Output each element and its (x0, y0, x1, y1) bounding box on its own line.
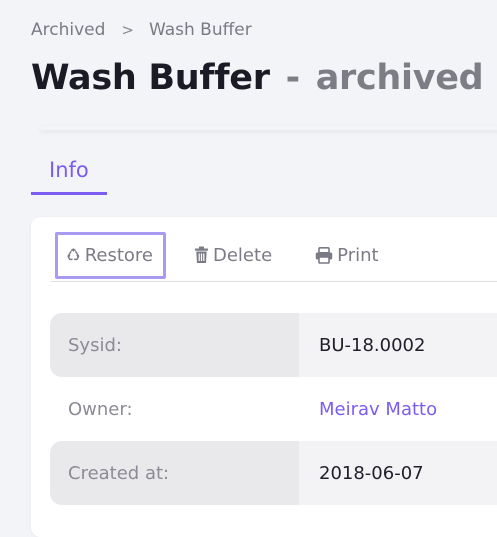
printer-icon (315, 246, 333, 264)
page-title: Wash Buffer - archived (31, 58, 484, 98)
owner-link[interactable]: Meirav Matto (299, 377, 497, 441)
field-label: Owner: (68, 398, 133, 420)
recycle-icon (67, 248, 80, 261)
field-row-owner: Owner: Meirav Matto (50, 377, 497, 441)
page-title-status: archived (315, 58, 484, 98)
print-button[interactable]: Print (315, 232, 379, 279)
print-label: Print (337, 244, 379, 266)
field-value: BU-18.0002 (299, 313, 497, 377)
info-card: Restore Delete Print Sysid: BU-18.0002 O… (31, 217, 497, 537)
trash-icon (195, 246, 208, 263)
tab-bar: Info (31, 150, 107, 195)
breadcrumb: Archived > Wash Buffer (31, 20, 252, 40)
header-divider (40, 126, 497, 130)
breadcrumb-separator: > (121, 21, 134, 39)
field-list: Sysid: BU-18.0002 Owner: Meirav Matto Cr… (50, 313, 497, 505)
tab-info[interactable]: Info (31, 150, 107, 195)
restore-button[interactable]: Restore (55, 231, 166, 279)
breadcrumb-item-current: Wash Buffer (148, 20, 252, 40)
field-label: Created at: (50, 441, 299, 505)
breadcrumb-item-archived[interactable]: Archived (31, 20, 105, 40)
toolbar: Restore Delete Print (51, 229, 497, 282)
field-value: 2018-06-07 (299, 441, 497, 505)
delete-label: Delete (213, 244, 273, 266)
field-row-sysid: Sysid: BU-18.0002 (50, 313, 497, 377)
field-label: Sysid: (50, 313, 299, 377)
page-title-dash: - (285, 58, 301, 98)
delete-button[interactable]: Delete (194, 232, 272, 279)
page-title-name: Wash Buffer (31, 58, 270, 98)
field-row-created-at: Created at: 2018-06-07 (50, 441, 497, 505)
restore-label: Restore (84, 244, 153, 266)
